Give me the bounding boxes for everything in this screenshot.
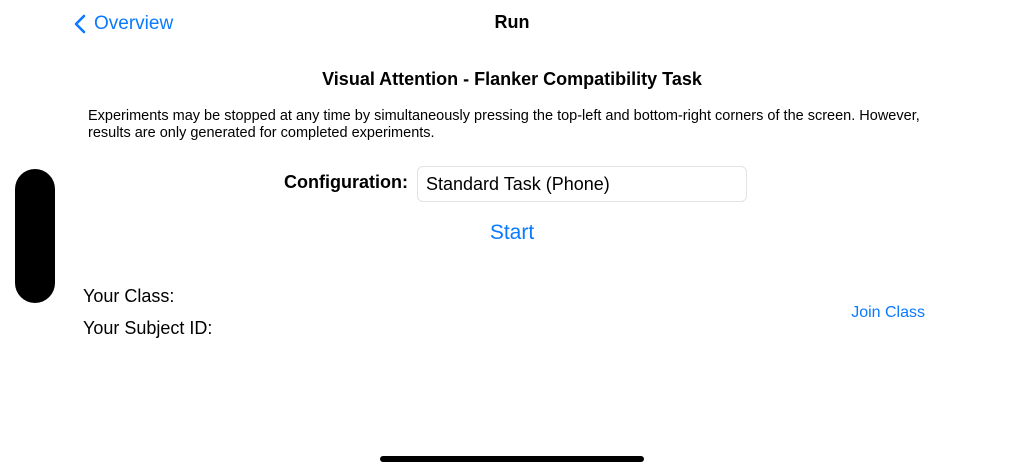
page-title: Run <box>494 12 530 32</box>
start-button[interactable]: Start <box>472 221 552 245</box>
configuration-label: Configuration: <box>284 172 408 192</box>
your-class-label: Your Class: <box>83 286 175 306</box>
configuration-value: Standard Task (Phone) <box>426 173 610 194</box>
side-handle <box>15 169 55 303</box>
configuration-selector[interactable]: Standard Task (Phone) <box>417 166 747 202</box>
home-indicator[interactable] <box>380 456 644 462</box>
task-title: Visual Attention - Flanker Compatibility… <box>322 69 702 89</box>
run-screen: Overview Run Visual Attention - Flanker … <box>0 0 1024 471</box>
subject-id-label: Your Subject ID: <box>83 318 213 338</box>
task-description: Experiments may be stopped at any time b… <box>88 108 920 141</box>
join-class-button[interactable]: Join Class <box>851 304 925 322</box>
